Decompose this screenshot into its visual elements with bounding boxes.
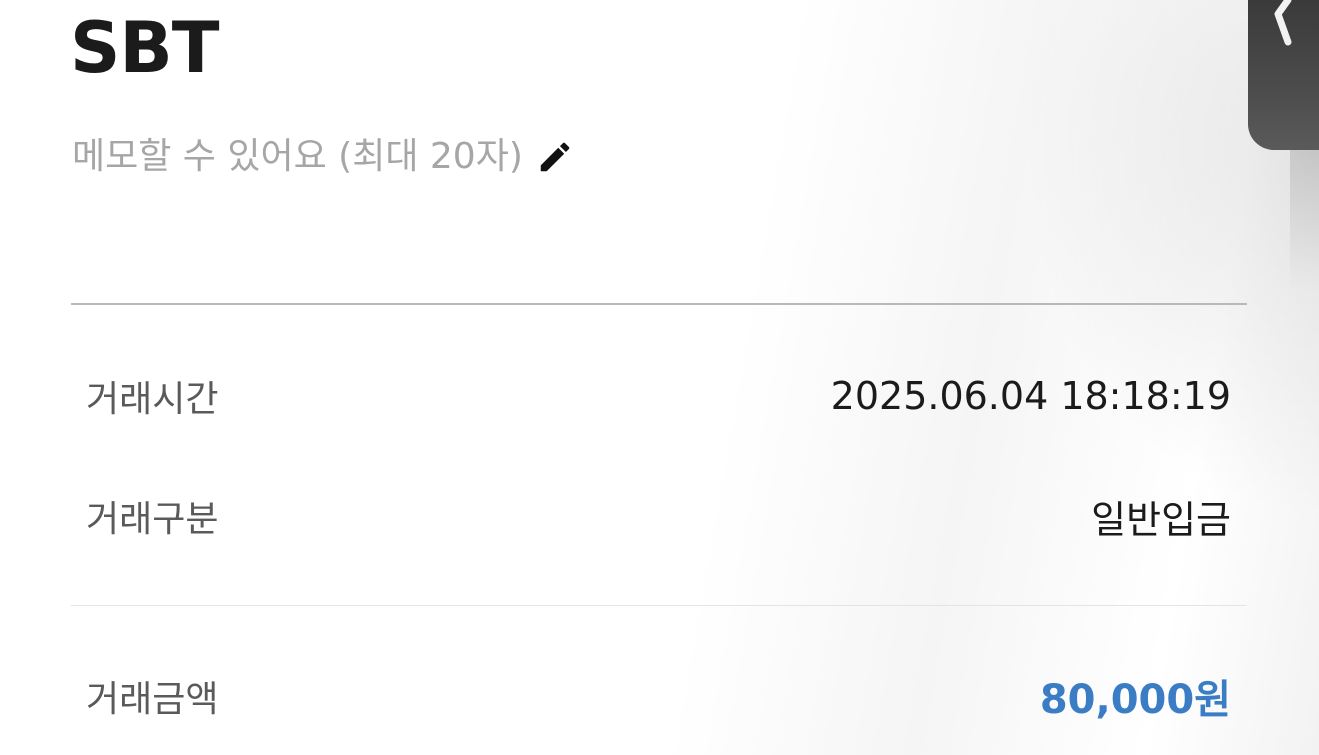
detail-label: 거래시간 [86,379,219,420]
detail-label: 거래금액 [86,679,219,720]
detail-row-amount: 거래금액 80,000원 [86,668,1231,724]
detail-value: 2025.06.04 18:18:19 [830,374,1231,418]
side-tab-shadow [1290,150,1319,290]
section-divider [71,303,1247,305]
side-panel-tab[interactable] [1248,0,1319,150]
chevron-left-icon [1270,0,1300,54]
detail-row-type: 거래구분 일반입금 [86,488,1231,544]
row-divider [71,605,1247,606]
detail-row-time: 거래시간 2025.06.04 18:18:19 [86,368,1231,424]
memo-placeholder: 메모할 수 있어요 (최대 20자) [72,136,523,177]
pencil-icon[interactable] [535,137,575,177]
detail-label: 거래구분 [86,499,219,540]
memo-edit-row[interactable]: 메모할 수 있어요 (최대 20자) [72,132,575,182]
page-title: SBT [70,7,220,89]
detail-value: 일반입금 [1091,497,1231,542]
amount-value: 80,000원 [1039,677,1231,723]
